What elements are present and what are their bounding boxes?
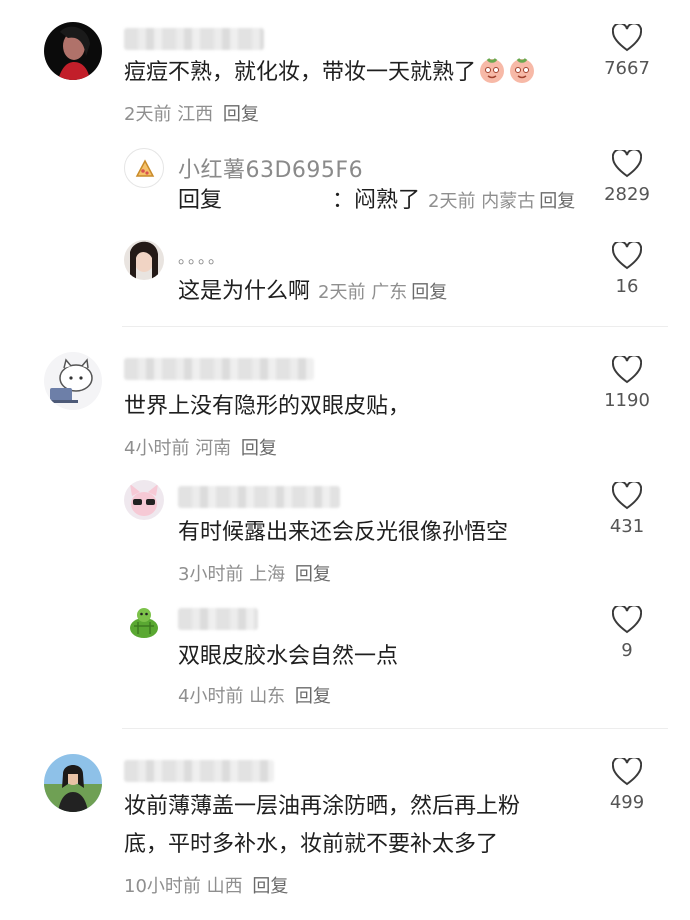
- avatar[interactable]: [124, 148, 164, 188]
- peach-face-emoji-icon: [508, 56, 536, 84]
- reply-text: 回复 ：闷熟了 2天前 内蒙古 回复: [178, 188, 576, 213]
- like-count: 431: [609, 516, 645, 537]
- like-button[interactable]: 2829: [592, 150, 662, 205]
- like-button[interactable]: 9: [592, 606, 662, 661]
- like-count: 1190: [604, 390, 650, 411]
- avatar[interactable]: [44, 352, 102, 410]
- like-button[interactable]: 1190: [592, 356, 662, 411]
- like-button[interactable]: 7667: [592, 24, 662, 79]
- reply-meta: 2天前 内蒙古 回复: [428, 191, 576, 212]
- reply-button[interactable]: 回复: [411, 282, 447, 303]
- comment-text: 世界上没有隐形的双眼皮贴，: [124, 394, 411, 419]
- username-blurred[interactable]: [178, 608, 258, 630]
- avatar[interactable]: [124, 240, 164, 280]
- heart-outline-icon: [612, 242, 642, 270]
- username-blurred[interactable]: [124, 760, 274, 782]
- reply-meta: 4小时前 山东 回复: [178, 686, 331, 707]
- reply-button[interactable]: 回复: [252, 876, 288, 897]
- reply-meta: 2天前 广东 回复: [318, 282, 448, 303]
- like-button[interactable]: 431: [592, 482, 662, 537]
- comment-text: 妆前薄薄盖一层油再涂防晒，然后再上粉 底，平时多补水，妆前就不要补太多了: [124, 794, 521, 857]
- comment-text: 痘痘不熟，就化妆，带妆一天就熟了: [124, 54, 536, 92]
- reply-text: 双眼皮胶水会自然一点: [178, 644, 399, 669]
- reply-button[interactable]: 回复: [295, 686, 331, 707]
- mention-blurred[interactable]: [222, 191, 332, 211]
- avatar[interactable]: [124, 480, 164, 520]
- reply-button[interactable]: 回复: [295, 564, 331, 585]
- username[interactable]: 。。。。: [178, 244, 226, 268]
- like-count: 16: [615, 276, 639, 297]
- reply-button[interactable]: 回复: [539, 191, 575, 212]
- peach-face-emoji-icon: [478, 56, 506, 84]
- username-blurred[interactable]: [178, 486, 340, 508]
- comment-meta: 2天前 江西 回复: [124, 104, 259, 125]
- like-count: 499: [609, 792, 645, 813]
- like-count: 7667: [604, 58, 650, 79]
- heart-outline-icon: [612, 606, 642, 634]
- reply-button[interactable]: 回复: [241, 438, 277, 459]
- heart-outline-icon: [612, 356, 642, 384]
- avatar[interactable]: [44, 754, 102, 812]
- avatar[interactable]: [44, 22, 102, 80]
- like-button[interactable]: 499: [592, 758, 662, 813]
- reply-button[interactable]: 回复: [223, 104, 259, 125]
- avatar[interactable]: [124, 604, 164, 644]
- reply-text: 这是为什么啊 2天前 广东 回复: [178, 279, 448, 304]
- comment-meta: 10小时前 山西 回复: [124, 876, 289, 897]
- username-blurred[interactable]: [124, 358, 314, 380]
- heart-outline-icon: [612, 482, 642, 510]
- heart-outline-icon: [612, 150, 642, 178]
- comment-meta: 4小时前 河南 回复: [124, 438, 277, 459]
- heart-outline-icon: [612, 758, 642, 786]
- like-count: 9: [621, 640, 633, 661]
- comment-divider: [122, 326, 668, 327]
- like-count: 2829: [604, 184, 650, 205]
- username[interactable]: 小红薯63D695F6: [178, 152, 363, 184]
- like-button[interactable]: 16: [592, 242, 662, 297]
- heart-outline-icon: [612, 24, 642, 52]
- reply-meta: 3小时前 上海 回复: [178, 564, 331, 585]
- comment-divider: [122, 728, 668, 729]
- reply-text: 有时候露出来还会反光很像孙悟空: [178, 520, 509, 545]
- username-blurred[interactable]: [124, 28, 264, 50]
